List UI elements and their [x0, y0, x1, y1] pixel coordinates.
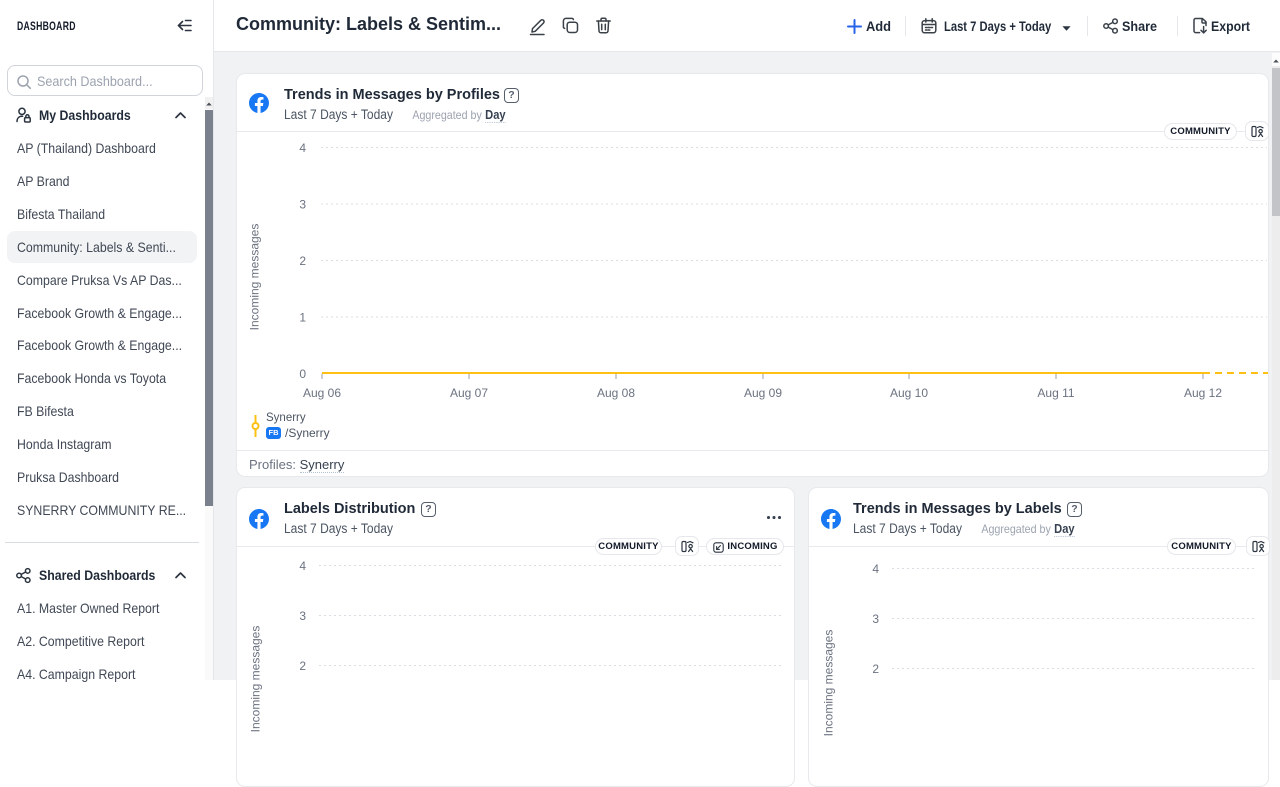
svg-text:4: 4: [299, 559, 306, 573]
svg-text:3: 3: [872, 612, 879, 626]
svg-text:Aug 08: Aug 08: [597, 386, 635, 400]
svg-text:Aug 06: Aug 06: [303, 386, 341, 400]
svg-text:2: 2: [872, 662, 879, 676]
svg-text:1: 1: [299, 311, 306, 325]
svg-text:Aug 07: Aug 07: [450, 386, 488, 400]
svg-text:Aug 11: Aug 11: [1037, 386, 1074, 400]
svg-text:0: 0: [299, 367, 306, 381]
svg-text:3: 3: [299, 198, 306, 212]
svg-text:4: 4: [872, 562, 879, 576]
svg-text:Aug 09: Aug 09: [744, 386, 782, 400]
svg-text:3: 3: [299, 609, 306, 623]
svg-text:Aug 10: Aug 10: [890, 386, 928, 400]
svg-text:Incoming messages: Incoming messages: [822, 630, 836, 737]
svg-text:2: 2: [299, 254, 306, 268]
svg-text:4: 4: [299, 141, 306, 155]
svg-text:Incoming messages: Incoming messages: [248, 224, 262, 331]
svg-text:Incoming messages: Incoming messages: [249, 626, 263, 733]
svg-text:2: 2: [299, 659, 306, 673]
svg-text:Aug 12: Aug 12: [1184, 386, 1222, 400]
